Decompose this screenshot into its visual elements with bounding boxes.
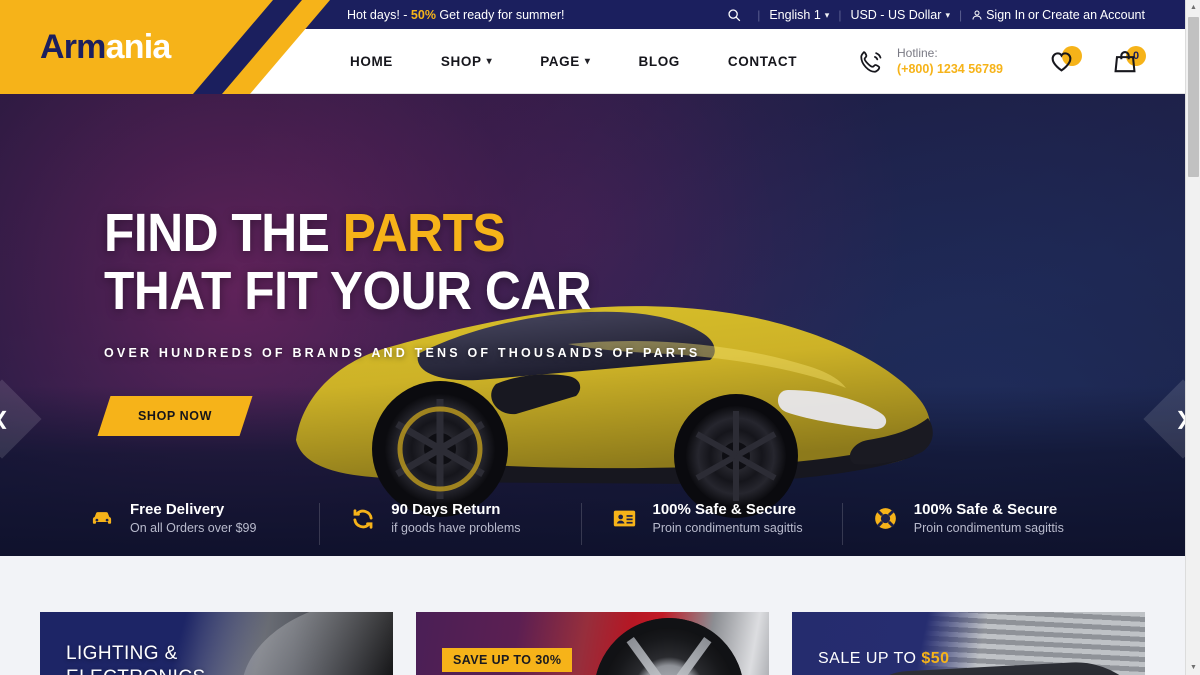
scrollbar-down-button[interactable]: ▼ [1186, 660, 1200, 675]
hotline-label: Hotline: [897, 45, 938, 60]
feature-strip: Free Delivery On all Orders over $99 90 … [0, 500, 1185, 546]
logo[interactable]: Armania [40, 28, 172, 67]
header-right-group: Hotline: (+800) 1234 56789 0 [856, 29, 1146, 94]
feature-item-safe-secure-support: 100% Safe & Secure Proin condimentum sag… [841, 500, 1115, 546]
hero-title-part-a: FIND THE [104, 203, 343, 263]
feature-text: 100% Safe & Secure Proin condimentum sag… [653, 500, 803, 538]
search-icon[interactable] [720, 0, 748, 29]
feature-desc: Proin condimentum sagittis [652, 521, 803, 536]
nav-label: HOME [350, 54, 393, 69]
hero-subtitle: OVER HUNDREDS OF BRANDS AND TENS OF THOU… [104, 346, 701, 360]
chevron-down-icon: ▾ [486, 56, 493, 67]
hero-title-line1: FIND THE PARTS [104, 204, 653, 262]
feature-desc: if goods have problems [391, 521, 521, 536]
promo-card-sale-text: SALE UP TO $50 [818, 650, 1145, 668]
sign-in-link[interactable]: Sign In [986, 8, 1025, 22]
user-icon [972, 10, 982, 20]
promo-card-tag: SAVE UP TO 30% [442, 648, 573, 672]
chevron-left-icon: ❮ [0, 409, 10, 429]
chevron-down-icon: ▾ [945, 10, 950, 20]
feature-item-returns: 90 Days Return if goods have problems [319, 500, 592, 546]
chevron-down-icon: ▾ [824, 10, 830, 20]
nav-item-home[interactable]: HOME [350, 54, 393, 69]
lifebuoy-icon [872, 505, 900, 533]
feature-text: Free Delivery On all Orders over $99 [130, 500, 256, 538]
page-scrollbar[interactable]: ▲ ▼ [1185, 0, 1200, 675]
chevron-down-icon: ▾ [584, 56, 591, 67]
promo-suffix: Get ready for summer! [435, 8, 565, 22]
feature-title: Free Delivery [130, 500, 225, 518]
feature-desc: Proin condimentum sagittis [913, 521, 1064, 536]
feature-title: 90 Days Return [391, 500, 501, 518]
promo-banner-row: LIGHTING & ELECTRONICS SAVE UP TO 30% [0, 612, 1185, 675]
create-account-link[interactable]: Create an Account [1042, 8, 1145, 22]
language-selector[interactable]: English 1 ▾ [769, 8, 829, 22]
or-text: or [1028, 7, 1040, 22]
feature-title: 100% Safe & Secure [652, 500, 796, 518]
promo-card-lighting-electronics[interactable]: LIGHTING & ELECTRONICS [40, 612, 393, 675]
hotline-text: Hotline: (+800) 1234 56789 [897, 45, 1003, 78]
shop-now-button[interactable]: SHOP NOW [97, 396, 253, 436]
refresh-icon [349, 505, 377, 533]
currency-selector[interactable]: USD - US Dollar ▾ [850, 8, 950, 22]
wishlist-button[interactable] [1041, 42, 1082, 82]
nav-label: CONTACT [727, 54, 798, 69]
currency-label: USD - US Dollar [850, 7, 942, 22]
feature-desc: On all Orders over $99 [130, 521, 257, 536]
heart-icon [1051, 52, 1071, 72]
browser-viewport: Hot days! - 50% Get ready for summer! | … [0, 0, 1185, 675]
hero-title-highlight: PARTS [342, 203, 506, 263]
triangle-down-icon: ▼ [1190, 664, 1197, 671]
nav-item-blog[interactable]: BLOG [639, 54, 680, 69]
cart-button[interactable]: 0 [1105, 42, 1146, 82]
nav-label: PAGE [540, 54, 580, 69]
language-label: English 1 [769, 7, 821, 22]
chevron-right-icon: ❯ [1175, 409, 1185, 429]
scrollbar-thumb[interactable] [1188, 17, 1199, 177]
promo-card-content: SAVE UP TO 30% [416, 612, 769, 675]
promo-percent: 50% [410, 8, 436, 22]
car-icon [88, 505, 116, 533]
promo-card-title: LIGHTING & ELECTRONICS [66, 643, 205, 675]
promo-card-content: LIGHTING & ELECTRONICS [40, 612, 393, 675]
nav-item-shop[interactable]: SHOP ▾ [441, 54, 492, 69]
promo-card-content: SALE UP TO $50 [792, 612, 1145, 675]
promo-sale-amount: $50 [921, 650, 950, 667]
feature-text: 90 Days Return if goods have problems [391, 500, 520, 538]
logo-text-secondary: ania [105, 28, 172, 66]
topbar-right-group: | English 1 ▾ | USD - US Dollar ▾ | Sign… [720, 0, 1145, 29]
main-navigation: HOME SHOP ▾ PAGE ▾ BLOG CONTACT [350, 29, 845, 94]
phone-ring-icon [860, 50, 882, 73]
separator: | [958, 7, 963, 22]
hero-title-line2: THAT FIT YOUR CAR [104, 261, 592, 321]
scrollbar-up-button[interactable]: ▲ [1186, 0, 1200, 15]
promo-card-save-30[interactable]: SAVE UP TO 30% [416, 612, 769, 675]
promo-card-sale-50[interactable]: SALE UP TO $50 [792, 612, 1145, 675]
promo-sale-prefix: SALE UP TO [818, 650, 922, 667]
hero-copy: FIND THE PARTS THAT FIT YOUR CAR OVER HU… [97, 204, 701, 436]
separator: | [838, 7, 842, 22]
feature-text: 100% Safe & Secure Proin condimentum sag… [914, 500, 1064, 538]
promo-message: Hot days! - 50% Get ready for summer! [347, 8, 564, 22]
shopping-bag-icon [1114, 50, 1136, 72]
feature-item-safe-secure-card: 100% Safe & Secure Proin condimentum sag… [580, 500, 854, 546]
nav-label: SHOP [440, 54, 482, 69]
account-links: Sign In or Create an Account [971, 8, 1145, 22]
id-card-icon [611, 505, 639, 533]
nav-item-page[interactable]: PAGE ▾ [540, 54, 590, 69]
logo-text-primary: Arm [40, 28, 106, 66]
separator: | [757, 7, 761, 22]
hero-title: FIND THE PARTS THAT FIT YOUR CAR [104, 204, 653, 320]
feature-title: 100% Safe & Secure [913, 500, 1058, 518]
feature-item-free-delivery: Free Delivery On all Orders over $99 [70, 500, 331, 538]
promo-prefix: Hot days! - [347, 8, 411, 22]
triangle-up-icon: ▲ [1190, 4, 1197, 11]
shop-now-label: SHOP NOW [138, 409, 213, 423]
hotline-number: (+800) 1234 56789 [897, 62, 1003, 77]
nav-label: BLOG [638, 54, 680, 69]
hotline-block[interactable]: Hotline: (+800) 1234 56789 [856, 45, 1003, 78]
hero-carousel: FIND THE PARTS THAT FIT YOUR CAR OVER HU… [0, 94, 1185, 556]
nav-item-contact[interactable]: CONTACT [728, 54, 797, 69]
